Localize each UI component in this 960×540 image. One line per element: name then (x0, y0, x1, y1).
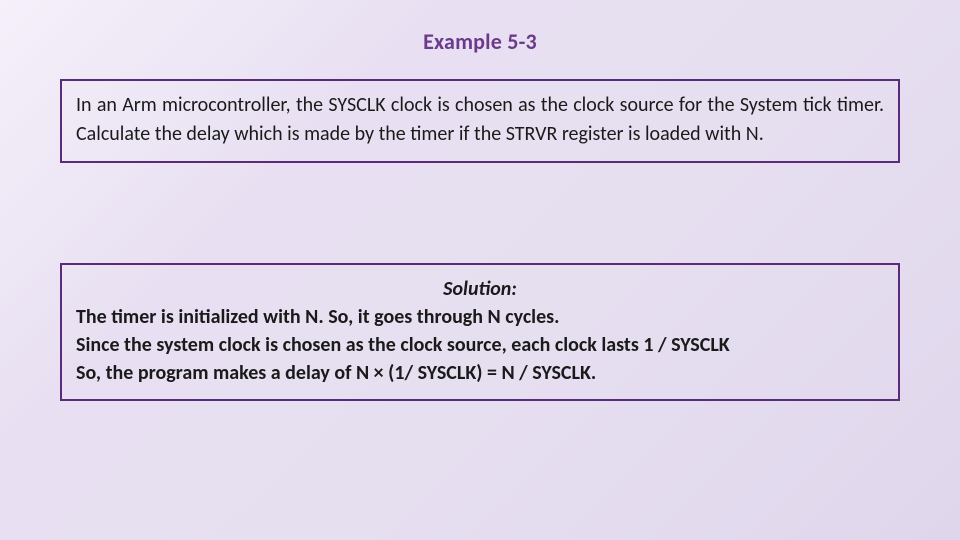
solution-line-2: Since the system clock is chosen as the … (76, 331, 884, 359)
problem-box: In an Arm microcontroller, the SYSCLK cl… (60, 79, 900, 163)
slide-container: Example 5-3 In an Arm microcontroller, t… (0, 0, 960, 540)
solution-header: Solution: (76, 275, 884, 303)
solution-line-1: The timer is initialized with N. So, it … (76, 303, 884, 331)
example-title: Example 5-3 (60, 28, 900, 55)
solution-box: Solution: The timer is initialized with … (60, 263, 900, 401)
solution-line-3: So, the program makes a delay of N × (1/… (76, 359, 884, 387)
